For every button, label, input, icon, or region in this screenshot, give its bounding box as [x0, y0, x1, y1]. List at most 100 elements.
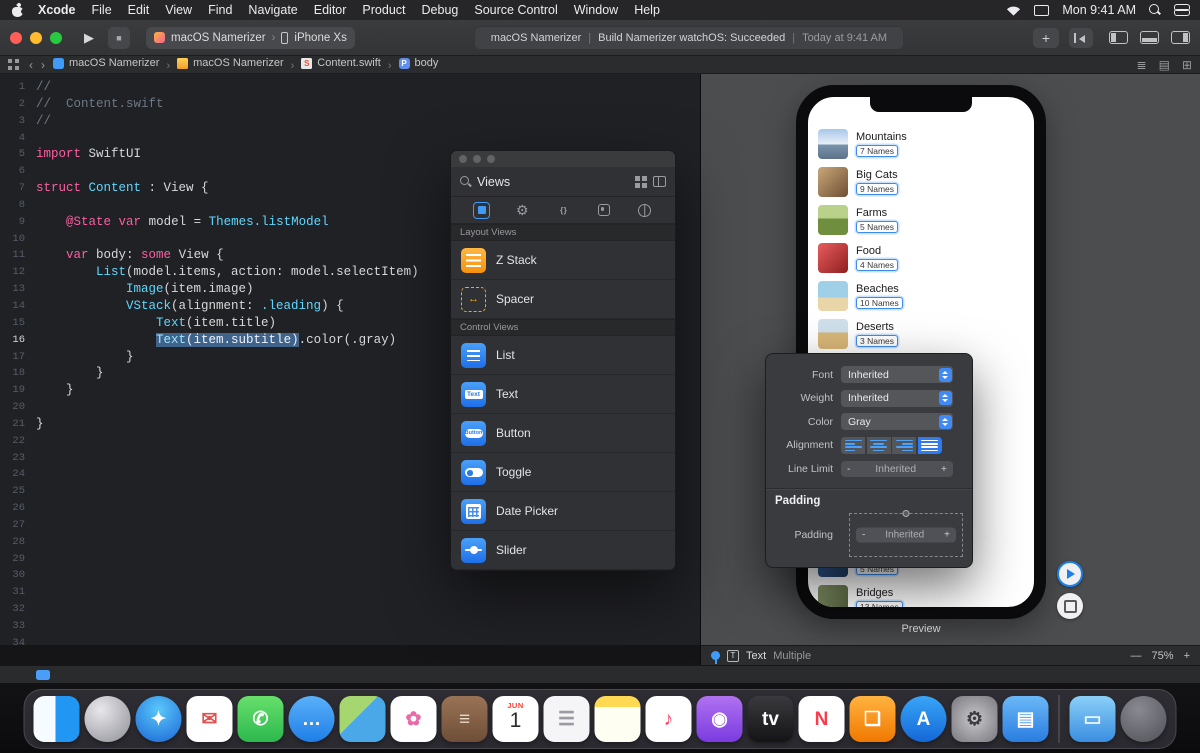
code-line[interactable]: 1// — [0, 79, 700, 96]
dock-safari[interactable]: ✦ — [135, 696, 182, 742]
activity-viewer[interactable]: macOS Namerizer | Build Namerizer watchO… — [473, 25, 904, 50]
tab-colors-icon[interactable] — [636, 202, 653, 219]
align-left-segment[interactable] — [841, 436, 865, 454]
live-preview-button[interactable] — [1057, 561, 1083, 587]
library-item-list[interactable]: List — [451, 336, 675, 375]
library-item-text[interactable]: Text — [451, 375, 675, 414]
library-plus-button[interactable]: + — [1032, 27, 1059, 48]
dock-messages[interactable]: … — [288, 696, 335, 742]
weight-popup[interactable]: Inherited — [841, 389, 953, 407]
code-line[interactable]: 33 — [0, 618, 700, 635]
code-line[interactable]: 34 — [0, 635, 700, 645]
preview-on-device-button[interactable] — [1057, 593, 1083, 619]
menu-help[interactable]: Help — [634, 3, 660, 17]
debug-area-toggle-button[interactable] — [1139, 31, 1159, 44]
menu-navigate[interactable]: Navigate — [248, 3, 297, 17]
grid-view-icon[interactable] — [635, 175, 647, 188]
dock-developer-app[interactable]: ▤ — [1002, 696, 1049, 742]
scheme-selector[interactable]: macOS Namerizer › iPhone Xs — [146, 26, 355, 49]
library-item-datepicker[interactable]: Date Picker — [451, 492, 675, 531]
selection-label[interactable]: Text — [746, 650, 766, 662]
row-count-badge[interactable]: 3 Names — [856, 335, 899, 347]
panel-zoom-button[interactable] — [487, 155, 495, 163]
library-item-spacer[interactable]: Spacer — [451, 280, 675, 319]
font-popup[interactable]: Inherited — [841, 366, 953, 384]
row-count-badge[interactable]: 9 Names — [856, 183, 899, 195]
dock-podcasts[interactable]: ◉ — [696, 696, 743, 742]
dock-finder[interactable] — [33, 696, 80, 742]
dock-system-preferences[interactable]: ⚙ — [951, 696, 998, 742]
line-limit-plus[interactable]: + — [935, 463, 953, 475]
dock-news[interactable]: N — [798, 696, 845, 742]
menu-find[interactable]: Find — [208, 3, 232, 17]
menu-window[interactable]: Window — [574, 3, 618, 17]
tab-media-icon[interactable] — [595, 202, 612, 219]
dock-maps[interactable] — [339, 696, 386, 742]
menu-product[interactable]: Product — [362, 3, 405, 17]
code-line[interactable]: 4 — [0, 130, 700, 147]
row-count-badge[interactable]: 10 Names — [856, 297, 903, 309]
wifi-icon[interactable] — [1006, 5, 1021, 16]
zoom-in-button[interactable]: + — [1184, 650, 1190, 662]
related-items-icon[interactable] — [8, 59, 19, 70]
library-item-button[interactable]: Button — [451, 414, 675, 453]
dock-facetime[interactable]: ✆ — [237, 696, 284, 742]
back-button[interactable]: ‹ — [29, 58, 33, 72]
panel-minimize-button[interactable] — [473, 155, 481, 163]
app-menu-title[interactable]: Xcode — [38, 3, 76, 17]
menu-debug[interactable]: Debug — [422, 3, 459, 17]
preview-list-row[interactable]: Deserts 3 Names — [808, 315, 1034, 353]
padding-widget[interactable]: - Inherited + — [849, 509, 963, 557]
minimize-window-button[interactable] — [30, 31, 42, 44]
run-button[interactable]: ▶ — [84, 30, 94, 46]
menu-editor[interactable]: Editor — [314, 3, 347, 17]
row-count-badge[interactable]: 13 Names — [856, 601, 903, 607]
padding-top-handle[interactable] — [902, 509, 910, 517]
menu-edit[interactable]: Edit — [128, 3, 150, 17]
breadcrumb-item[interactable]: body — [398, 57, 438, 69]
dock-display-app[interactable]: ▭ — [1069, 696, 1116, 742]
menu-source-control[interactable]: Source Control — [474, 3, 557, 17]
zoom-level[interactable]: 75% — [1152, 650, 1174, 662]
panel-close-button[interactable] — [459, 155, 467, 163]
breadcrumb-item[interactable]: Content.swift — [301, 57, 381, 69]
dock-reminders[interactable]: ☰ — [543, 696, 590, 742]
align-right-segment[interactable] — [892, 436, 916, 454]
row-count-badge[interactable]: 4 Names — [856, 259, 899, 271]
dock-trash[interactable] — [1120, 696, 1167, 742]
tab-modifiers-icon[interactable] — [514, 202, 531, 219]
editor-arrow-button[interactable] — [1068, 27, 1093, 48]
preview-list-row[interactable]: Food 4 Names — [808, 239, 1034, 277]
align-center-segment[interactable] — [866, 436, 891, 454]
dock-mail-stamps[interactable]: ✉ — [186, 696, 233, 742]
dock-contacts-book[interactable]: ≡ — [441, 696, 488, 742]
tab-snippets-icon[interactable] — [555, 202, 572, 219]
preview-list-row[interactable]: Big Cats 9 Names — [808, 163, 1034, 201]
dock-photos[interactable]: ✿ — [390, 696, 437, 742]
padding-minus[interactable]: - — [856, 529, 871, 540]
library-item-toggle[interactable]: Toggle — [451, 453, 675, 492]
breadcrumb-item[interactable]: macOS Namerizer — [177, 57, 284, 69]
menu-view[interactable]: View — [165, 3, 192, 17]
spotlight-search-icon[interactable] — [1149, 4, 1161, 16]
zoom-window-button[interactable] — [50, 31, 62, 44]
editor-options-icon[interactable]: ≣ — [1137, 58, 1147, 72]
debug-console-toggle[interactable] — [36, 669, 50, 680]
tab-views-icon[interactable] — [473, 201, 490, 219]
navigator-toggle-button[interactable] — [1108, 31, 1128, 44]
library-search-input[interactable]: Views — [477, 175, 629, 189]
dock-books[interactable]: ❏ — [849, 696, 896, 742]
dock-app-store[interactable]: A — [900, 696, 947, 742]
color-popup[interactable]: Gray — [841, 413, 953, 431]
dock-music[interactable]: ♪ — [645, 696, 692, 742]
code-line[interactable]: 2// Content.swift — [0, 96, 700, 113]
padding-plus[interactable]: + — [938, 529, 956, 540]
dock-tv[interactable]: tv — [747, 696, 794, 742]
code-line[interactable]: 32 — [0, 601, 700, 618]
menu-file[interactable]: File — [92, 3, 112, 17]
inspector-toggle-button[interactable] — [1170, 31, 1190, 44]
line-limit-minus[interactable]: - — [841, 463, 857, 475]
display-icon[interactable] — [1034, 4, 1050, 16]
preview-list-row[interactable]: Farms 5 Names — [808, 201, 1034, 239]
library-titlebar[interactable] — [451, 151, 675, 167]
